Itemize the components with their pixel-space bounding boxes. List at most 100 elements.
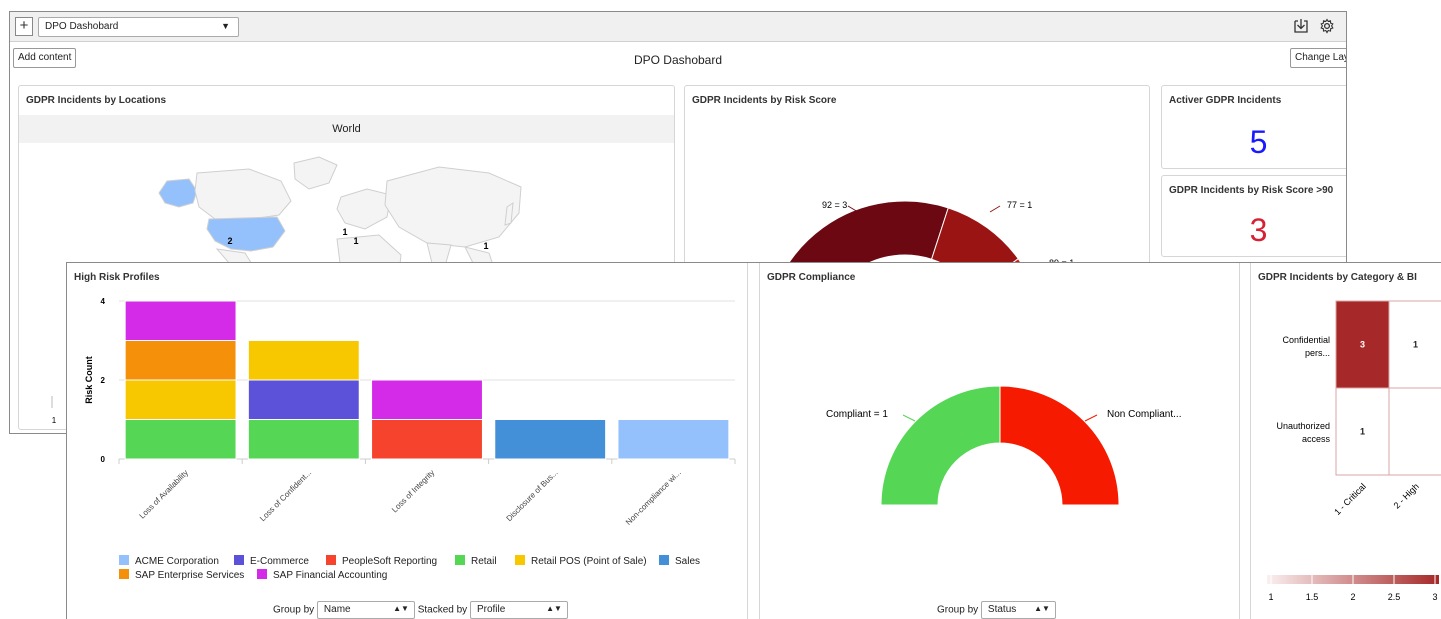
bar-segment bbox=[247, 340, 360, 381]
bar-segment bbox=[247, 419, 360, 460]
legend-swatch bbox=[659, 555, 669, 565]
caret-down-icon: ▼ bbox=[221, 21, 230, 31]
x-tick-label: Loss of Confident... bbox=[258, 468, 313, 523]
active-incidents-count[interactable]: 5 bbox=[1162, 124, 1346, 161]
map-region-usa bbox=[206, 216, 286, 252]
bar-segment bbox=[124, 300, 237, 341]
bar-segment bbox=[247, 379, 360, 420]
legend-swatch bbox=[234, 555, 244, 565]
risk-90-panel: GDPR Incidents by Risk Score >90 3 bbox=[1161, 175, 1346, 257]
legend-item[interactable]: E-Commerce bbox=[234, 555, 309, 567]
change-layout-button[interactable]: Change Layout bbox=[1290, 48, 1346, 68]
legend-swatch bbox=[257, 569, 267, 579]
legend-label: E-Commerce bbox=[250, 556, 309, 567]
panel-title: GDPR Incidents by Locations bbox=[26, 95, 167, 106]
category-bi-panel: GDPR Incidents by Category & BI 3 1 1 Confi… bbox=[1250, 263, 1441, 619]
high-risk-profiles-panel: High Risk Profiles 0 2 4 Risk Count Loss of … bbox=[67, 263, 748, 619]
legend-label: SAP Enterprise Services bbox=[135, 570, 245, 581]
legend-swatch bbox=[515, 555, 525, 565]
label-connector bbox=[902, 414, 916, 422]
x-tick-label: Loss of Availability bbox=[138, 468, 190, 520]
legend-item[interactable]: SAP Enterprise Services bbox=[119, 569, 244, 581]
compliance-donut-chart[interactable]: Compliant = 1 Non Compliant... bbox=[760, 263, 1240, 563]
label-connector bbox=[989, 205, 1001, 213]
y-tick-label: 2 bbox=[101, 376, 106, 385]
bar-segment bbox=[124, 340, 237, 381]
select-arrows-icon: ▲▼ bbox=[393, 604, 409, 613]
high-risk-bar-chart[interactable]: 0 2 4 Risk Count Loss of Availability Loss of… bbox=[67, 263, 748, 553]
y-tick-label: 0 bbox=[101, 455, 106, 464]
bar-segment bbox=[371, 419, 483, 460]
map-region-alaska bbox=[158, 178, 198, 208]
compliance-panel: GDPR Compliance Compliant = 1 Non Complia… bbox=[759, 263, 1240, 619]
map-marker[interactable]: 1 bbox=[353, 236, 358, 246]
group-by-value: Status bbox=[987, 604, 1017, 615]
select-arrows-icon: ▲▼ bbox=[1034, 604, 1050, 613]
label-connector bbox=[1084, 414, 1098, 422]
row-label: pers... bbox=[1305, 348, 1330, 358]
slice-label: 77 = 1 bbox=[1007, 200, 1032, 210]
legend-label: ACME Corporation bbox=[135, 556, 219, 567]
y-axis-label: Risk Count bbox=[84, 356, 94, 404]
heatmap-value: 1 bbox=[1360, 427, 1365, 437]
heatmap-cell bbox=[1388, 387, 1441, 476]
panel-title: Activer GDPR Incidents bbox=[1169, 95, 1282, 106]
dashboard-select[interactable]: DPO Dashobard ▼ bbox=[38, 17, 239, 37]
donut-slice bbox=[999, 385, 1120, 506]
map-scale-label: 1 bbox=[52, 416, 57, 425]
row-label: Unauthorized bbox=[1276, 421, 1330, 431]
x-tick-label: Disclosure of Bus... bbox=[505, 468, 560, 523]
legend-item[interactable]: Sales bbox=[659, 555, 700, 567]
legend-item[interactable]: Retail bbox=[455, 555, 497, 567]
group-by-select[interactable]: Status ▲▼ bbox=[980, 601, 1056, 619]
dashboard-title: DPO Dashobard bbox=[633, 53, 723, 67]
download-icon[interactable] bbox=[1292, 18, 1310, 36]
legend-label: Retail POS (Point of Sale) bbox=[531, 556, 647, 567]
legend-item[interactable]: PeopleSoft Reporting bbox=[326, 555, 437, 567]
donut-slice bbox=[880, 385, 1001, 506]
risk-90-count[interactable]: 3 bbox=[1162, 212, 1346, 249]
slice-label: Compliant = 1 bbox=[826, 409, 888, 420]
map-marker[interactable]: 1 bbox=[342, 227, 347, 237]
group-by-label: Group by bbox=[937, 604, 979, 616]
map-marker[interactable]: 2 bbox=[227, 236, 232, 246]
dashboard-select-value: DPO Dashobard bbox=[45, 21, 119, 32]
group-by-label: Group by bbox=[273, 604, 315, 616]
gear-icon[interactable] bbox=[1318, 18, 1336, 36]
y-tick-label: 4 bbox=[101, 297, 106, 306]
col-label: 1 - Critical bbox=[1332, 481, 1368, 517]
map-header: World bbox=[19, 115, 674, 143]
heatmap-value: 3 bbox=[1360, 340, 1365, 350]
stacked-by-select[interactable]: Profile ▲▼ bbox=[469, 601, 568, 619]
legend-item[interactable]: ACME Corporation bbox=[119, 555, 219, 567]
dashboard-window-front: High Risk Profiles 0 2 4 Risk Count Loss of … bbox=[66, 262, 1441, 619]
chart-legend: ACME Corporation E-Commerce PeopleSoft Rep… bbox=[119, 555, 739, 585]
plus-icon[interactable]: + bbox=[15, 17, 33, 36]
group-by-select[interactable]: Name ▲▼ bbox=[316, 601, 415, 619]
group-by-value: Name bbox=[323, 604, 351, 615]
stacked-by-value: Profile bbox=[476, 604, 506, 615]
category-bi-heatmap[interactable]: 3 1 1 Confidential pers... Unauthorized access… bbox=[1251, 263, 1441, 619]
slice-label: 92 = 3 bbox=[822, 200, 847, 210]
scale-tick-label: 2 bbox=[1350, 592, 1355, 602]
legend-swatch bbox=[326, 555, 336, 565]
row-label: Confidential bbox=[1282, 335, 1330, 345]
stacked-by-label: Stacked by bbox=[417, 604, 468, 616]
dashboard-toolbar: + DPO Dashobard ▼ bbox=[10, 12, 1346, 42]
bar-segment bbox=[494, 419, 607, 460]
heatmap-value: 1 bbox=[1413, 340, 1418, 350]
legend-item[interactable]: Retail POS (Point of Sale) bbox=[515, 555, 647, 567]
slice-label: Non Compliant... bbox=[1107, 409, 1181, 420]
bar-segment bbox=[124, 379, 237, 420]
row-label: access bbox=[1302, 434, 1331, 444]
scale-tick-label: 3 bbox=[1432, 592, 1437, 602]
legend-item[interactable]: SAP Financial Accounting bbox=[257, 569, 387, 581]
legend-swatch bbox=[455, 555, 465, 565]
select-arrows-icon: ▲▼ bbox=[546, 604, 562, 613]
legend-label: SAP Financial Accounting bbox=[273, 570, 388, 581]
legend-label: Sales bbox=[675, 556, 701, 567]
map-marker[interactable]: 1 bbox=[483, 241, 488, 251]
bar-segment bbox=[617, 419, 730, 460]
active-incidents-panel: Activer GDPR Incidents 5 bbox=[1161, 85, 1346, 169]
legend-swatch bbox=[119, 569, 129, 579]
